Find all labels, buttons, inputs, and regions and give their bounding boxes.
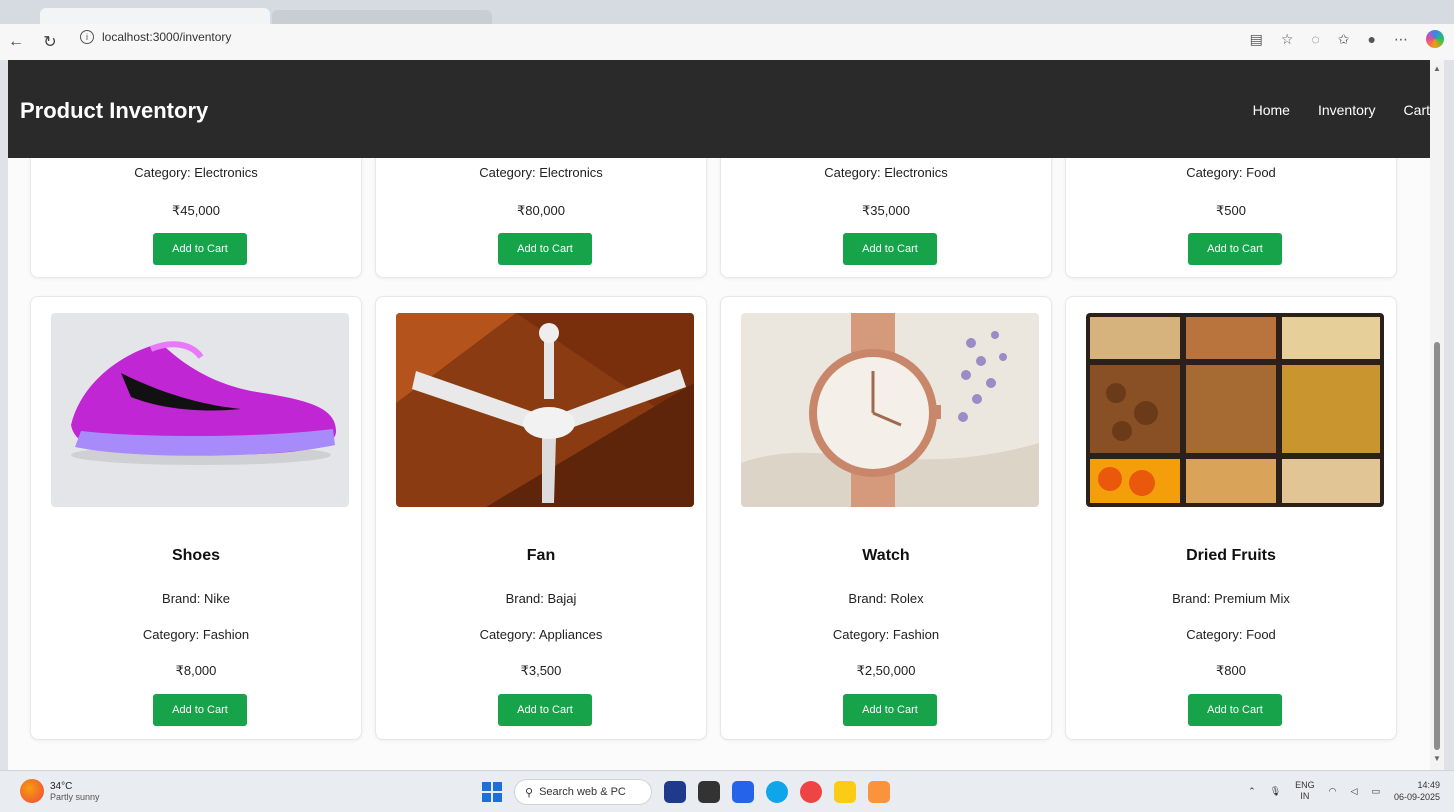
product-name: Fan: [526, 547, 556, 564]
product-category: Category: Electronics: [479, 165, 603, 180]
wifi-icon[interactable]: ◠: [1329, 786, 1337, 797]
chevron-up-icon[interactable]: ⌃: [1248, 786, 1256, 797]
product-price: ₹80,000: [516, 203, 566, 218]
browser-tab-strip: [0, 0, 1454, 24]
add-to-cart-button[interactable]: Add to Cart: [498, 694, 592, 726]
product-category: Category: Food: [1186, 165, 1276, 180]
product-name: Watch: [862, 547, 910, 564]
product-brand: Brand: Nike: [162, 591, 230, 606]
weather-desc: Partly sunny: [50, 791, 100, 802]
nav-inventory[interactable]: Inventory: [1318, 102, 1376, 118]
reader-view-icon[interactable]: ▤: [1250, 31, 1263, 48]
product-card-watch: Watch Brand: Rolex Category: Fashion ₹2,…: [720, 296, 1052, 740]
product-category: Category: Electronics: [134, 165, 258, 180]
ceiling-fan-image: [396, 313, 694, 507]
product-category: Category: Appliances: [479, 627, 603, 642]
favorite-star-icon[interactable]: ☆: [1281, 31, 1294, 48]
add-to-cart-button[interactable]: Add to Cart: [153, 694, 247, 726]
product-category: Category: Electronics: [824, 165, 948, 180]
product-price: ₹8,000: [175, 663, 217, 678]
copilot-icon[interactable]: [1426, 30, 1444, 48]
main-nav: Home Inventory Cart: [1253, 102, 1430, 118]
profile-icon[interactable]: ●: [1368, 31, 1376, 47]
product-brand: Brand: Premium Mix: [1172, 591, 1290, 606]
product-card-fan: Fan Brand: Bajaj Category: Appliances ₹3…: [375, 296, 707, 740]
windows-taskbar: 34°C Partly sunny ⚲ Search web & PC ⌃ 🎙 …: [0, 770, 1454, 812]
clock-time: 14:49: [1417, 780, 1440, 790]
page-viewport: Product Inventory Home Inventory Cart Ca…: [8, 60, 1430, 770]
widgets-icon[interactable]: [664, 781, 686, 803]
product-price: ₹500: [1216, 203, 1246, 218]
pink-sneaker-image: [51, 313, 349, 507]
product-card-shoes: Shoes Brand: Nike Category: Fashion ₹8,0…: [30, 296, 362, 740]
search-icon: ⚲: [525, 786, 534, 799]
system-clock[interactable]: 14:49 06-09-2025: [1394, 779, 1440, 803]
browser-tab-active[interactable]: [40, 8, 270, 24]
clock-date: 06-09-2025: [1393, 792, 1440, 802]
add-to-cart-button[interactable]: Add to Cart: [153, 233, 247, 265]
nav-home[interactable]: Home: [1253, 102, 1290, 118]
add-to-cart-button[interactable]: Add to Cart: [1188, 694, 1282, 726]
add-to-cart-button[interactable]: Add to Cart: [498, 233, 592, 265]
scroll-up-icon[interactable]: ▲: [1433, 64, 1441, 73]
vscode-icon[interactable]: [732, 781, 754, 803]
product-name: Shoes: [171, 547, 220, 564]
more-options-icon[interactable]: ⋯: [1394, 31, 1408, 48]
browser-toolbar: ← ↻ i localhost:3000/inventory ▤ ☆ ◌ ✩ ●…: [0, 24, 1454, 60]
brand-title: Product Inventory: [20, 98, 209, 123]
wrist-watch-image: [741, 313, 1039, 507]
search-text: Search web & PC: [539, 786, 626, 798]
language-code: ENG: [1295, 780, 1315, 790]
task-view-icon[interactable]: [698, 781, 720, 803]
add-to-cart-button[interactable]: Add to Cart: [843, 233, 937, 265]
weather-icon: [20, 779, 44, 803]
weather-widget[interactable]: 34°C Partly sunny: [20, 779, 100, 803]
product-price: ₹45,000: [171, 203, 221, 218]
windows-start-icon[interactable]: [482, 782, 502, 802]
product-category: Category: Fashion: [832, 627, 940, 642]
browser-tab[interactable]: [272, 10, 492, 24]
product-category: Category: Fashion: [142, 627, 250, 642]
weather-temp: 34°C: [50, 780, 73, 792]
file-explorer-icon[interactable]: [834, 781, 856, 803]
chrome-icon[interactable]: [800, 781, 822, 803]
volume-icon[interactable]: ◁: [1351, 786, 1358, 797]
product-brand: Brand: Bajaj: [505, 591, 577, 606]
site-header: Product Inventory Home Inventory Cart: [8, 60, 1430, 158]
product-price: ₹2,50,000: [856, 663, 916, 678]
language-indicator[interactable]: ENG IN: [1295, 780, 1315, 802]
region-code: IN: [1300, 791, 1310, 801]
scroll-down-icon[interactable]: ▼: [1433, 754, 1441, 763]
edge-icon[interactable]: [766, 781, 788, 803]
product-price: ₹800: [1216, 663, 1246, 678]
microphone-icon[interactable]: 🎙: [1270, 786, 1281, 797]
reload-icon[interactable]: ↻: [38, 30, 62, 54]
taskbar-search[interactable]: ⚲ Search web & PC: [514, 779, 652, 805]
extensions-icon[interactable]: ◌: [1311, 31, 1319, 47]
battery-icon[interactable]: ▭: [1371, 786, 1380, 797]
scrollbar-thumb[interactable]: [1434, 342, 1440, 750]
product-price: ₹35,000: [861, 203, 911, 218]
info-icon[interactable]: i: [80, 30, 94, 44]
favorites-icon[interactable]: ✩: [1338, 31, 1350, 48]
page-scrollbar[interactable]: ▲ ▼: [1430, 60, 1444, 770]
product-brand: Brand: Rolex: [848, 591, 924, 606]
product-category: Category: Food: [1186, 627, 1276, 642]
url-text: localhost:3000/inventory: [102, 30, 232, 44]
nav-cart[interactable]: Cart: [1404, 102, 1430, 118]
back-arrow-icon[interactable]: ←: [4, 30, 28, 54]
add-to-cart-button[interactable]: Add to Cart: [843, 694, 937, 726]
product-card-dried-fruits: Dried Fruits Brand: Premium Mix Category…: [1065, 296, 1397, 740]
snipping-tool-icon[interactable]: [868, 781, 890, 803]
product-name: Dried Fruits: [1186, 547, 1276, 564]
address-bar[interactable]: i localhost:3000/inventory: [80, 30, 231, 44]
product-price: ₹3,500: [520, 663, 562, 678]
dried-fruits-image: [1086, 313, 1384, 507]
add-to-cart-button[interactable]: Add to Cart: [1188, 233, 1282, 265]
